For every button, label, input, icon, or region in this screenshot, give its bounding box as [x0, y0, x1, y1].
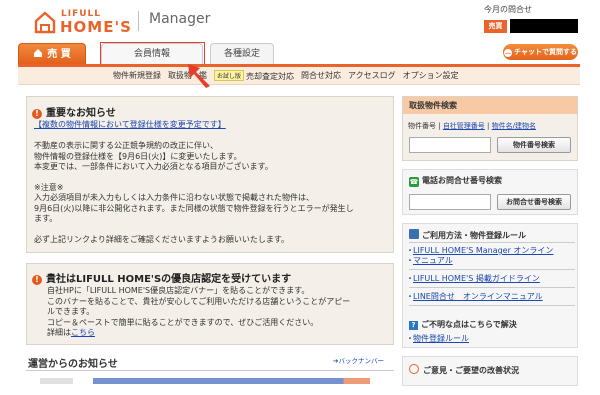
property-rules-link[interactable]: 物件登録ルール	[413, 334, 469, 344]
search-type-name[interactable]: 物件名/建物名	[492, 122, 536, 130]
important-notice-panel: ! 重要なお知らせ 【複数の物件情報において登録仕様を変更予定です】 不動産の表示…	[26, 96, 394, 253]
shop-detail-prefix: 詳細は	[47, 328, 71, 337]
notice-line: ※注意※	[34, 182, 64, 192]
help-divider	[409, 305, 575, 306]
inquiry-category-badge: 売買	[484, 20, 507, 33]
header-divider	[138, 11, 139, 31]
sub-navigation: 物件新規登録 取扱物 鑑 お試し版 売却査定対応 問合せ対応 アクセスログ オプシ…	[18, 67, 580, 85]
red-pointer-arrow-icon	[188, 64, 210, 88]
operations-divider	[26, 370, 394, 371]
house-logo-icon	[34, 11, 56, 34]
shop-line: このバナーを貼ることで、貴社が安心してご利用いただける店舗ということがアピー	[47, 296, 351, 306]
subnav-sale-assessment-label: 売却査定対応	[246, 72, 295, 81]
chat-button-label: チャットで質問する	[514, 48, 577, 56]
inquiry-count-redacted	[510, 19, 578, 33]
property-number-search-button[interactable]: 物件番号検索	[497, 137, 571, 153]
notice-spec-change-link[interactable]: 【複数の物件情報において登録仕様を変更予定です】	[34, 119, 226, 130]
help-divider	[409, 269, 575, 270]
monthly-inquiry-label: 今月の問合せ	[484, 5, 532, 14]
faq-title: ? ご不明な点はこちらで解決	[409, 319, 517, 330]
shop-body: 自社HPに「LIFULL HOME'S優良店認定バナー」を貼ることができます。 …	[47, 286, 350, 339]
subnav-sale-assessment[interactable]: お試し版 売却査定対応	[214, 70, 294, 82]
property-search-panel: 取扱物件検索 物件番号 | 自社管理番号 | 物件名/建物名 物件番号検索	[402, 96, 578, 161]
notice-line: 9月6日(火)以降に非公開化されます。また同様の状態で物件登録を行うとエラーが発…	[34, 203, 354, 213]
shop-title: ! 貴社はLIFULL HOME'Sの優良店認定を受けています	[32, 270, 291, 285]
shop-detail-link[interactable]: こちら	[71, 328, 95, 337]
phone-inquiry-search-panel: ☎ 電話お問合せ番号検索 お問合せ番号検索	[402, 169, 578, 215]
book-icon	[409, 229, 419, 239]
improvement-title: ご意見・ご要望の改善状況	[409, 364, 519, 376]
shop-line: ルできます。	[47, 307, 95, 316]
certified-shop-panel: ! 貴社はLIFULL HOME'Sの優良店認定を受けています 自社HPに「LIF…	[26, 263, 394, 345]
notice-line: 不動産の表示に関する公正競争規約の改正に伴い、	[34, 141, 218, 150]
exclamation-icon: !	[32, 109, 42, 119]
app-name: Manager	[149, 11, 211, 27]
operations-item-cut-off	[40, 378, 370, 384]
notice-line: 入力必須項目が未入力もしくは入力条件に沿わない状態で掲載された物件は、	[34, 193, 314, 202]
circle-icon	[409, 364, 419, 374]
question-icon: ?	[409, 321, 418, 330]
help-divider	[409, 242, 575, 243]
notice-line: ます。	[34, 214, 58, 223]
phone-search-title-text: 電話お問合せ番号検索	[422, 176, 502, 185]
shop-title-text: 貴社はLIFULL HOME'Sの優良店認定を受けています	[46, 274, 292, 285]
improvement-status-panel: ご意見・ご要望の改善状況	[402, 356, 578, 386]
shop-line: 自社HPに「LIFULL HOME'S優良店認定バナー」を貼ることができます。	[47, 286, 310, 295]
manual-link-cont[interactable]: マニュアル	[413, 256, 453, 266]
subnav-access-log[interactable]: アクセスログ	[348, 70, 396, 82]
tab-sell[interactable]: 売 買	[18, 43, 86, 65]
property-search-input[interactable]	[409, 137, 491, 153]
notice-title-text: 重要なお知らせ	[46, 108, 116, 119]
help-divider	[409, 287, 575, 288]
tab-sell-label: 売 買	[47, 49, 71, 60]
notice-line: 本変更では、一部条件において入力必須となる項目がございます。	[34, 162, 273, 171]
faq-title-text: ご不明な点はこちらで解決	[421, 320, 517, 329]
operations-notice-title: 運営からのお知らせ	[28, 359, 118, 370]
house-icon	[34, 49, 43, 57]
property-search-title: 取扱物件検索	[403, 97, 577, 114]
search-type-options: 物件番号 | 自社管理番号 | 物件名/建物名	[408, 122, 536, 130]
trial-badge: お試し版	[214, 70, 245, 81]
subnav-inquiry-response[interactable]: 問合せ対応	[301, 70, 341, 82]
notice-body: 不動産の表示に関する公正競争規約の改正に伴い、 物件情報の登録仕様を【9月6日(…	[34, 141, 390, 245]
subnav-new-property[interactable]: 物件新規登録	[113, 70, 161, 82]
back-number-label: バックナンバー	[338, 357, 384, 365]
help-title-text: ご利用方法・物件登録ルール	[422, 231, 526, 240]
back-number-link[interactable]: ➔バックナンバー	[333, 355, 384, 365]
help-title: ご利用方法・物件登録ルール	[409, 229, 526, 241]
line-manual-link[interactable]: LINE問合せ オンラインマニュアル	[413, 292, 543, 302]
help-panel: ご利用方法・物件登録ルール LIFULL HOME'S Manager オンライ…	[402, 223, 578, 348]
exclamation-icon: !	[32, 275, 42, 285]
tab-settings[interactable]: 各種設定	[210, 43, 274, 65]
phone-search-title: ☎ 電話お問合せ番号検索	[409, 175, 502, 187]
search-type-property-number[interactable]: 物件番号	[408, 122, 436, 130]
chat-question-button[interactable]: … チャットで質問する	[503, 44, 578, 60]
subnav-option-settings[interactable]: オプション設定	[403, 70, 459, 82]
notice-line: 必ず上記リンクより詳細をご確認くださいますようお願いいたします。	[34, 234, 290, 244]
manual-link[interactable]: LIFULL HOME'S Manager オンライン	[413, 246, 553, 256]
improvement-title-text: ご意見・ご要望の改善状況	[423, 366, 519, 375]
chat-icon: …	[504, 49, 513, 57]
notice-line: 物件情報の登録仕様を【9月6日(火)】に変更いたします。	[34, 151, 242, 161]
notice-title: ! 重要なお知らせ	[32, 104, 116, 119]
shop-line: コピー＆ペーストで簡単に貼ることができますので、ぜひご活用ください。	[47, 317, 319, 327]
inquiry-number-input[interactable]	[409, 194, 491, 210]
guideline-link[interactable]: LIFULL HOME'S 掲載ガイドライン	[413, 274, 540, 284]
phone-icon: ☎	[409, 177, 419, 187]
inquiry-number-search-button[interactable]: お問合せ番号検索	[497, 194, 571, 210]
logo-big-text: HOME'S	[60, 18, 132, 36]
search-type-mgmt-number[interactable]: 自社管理番号	[443, 122, 485, 130]
